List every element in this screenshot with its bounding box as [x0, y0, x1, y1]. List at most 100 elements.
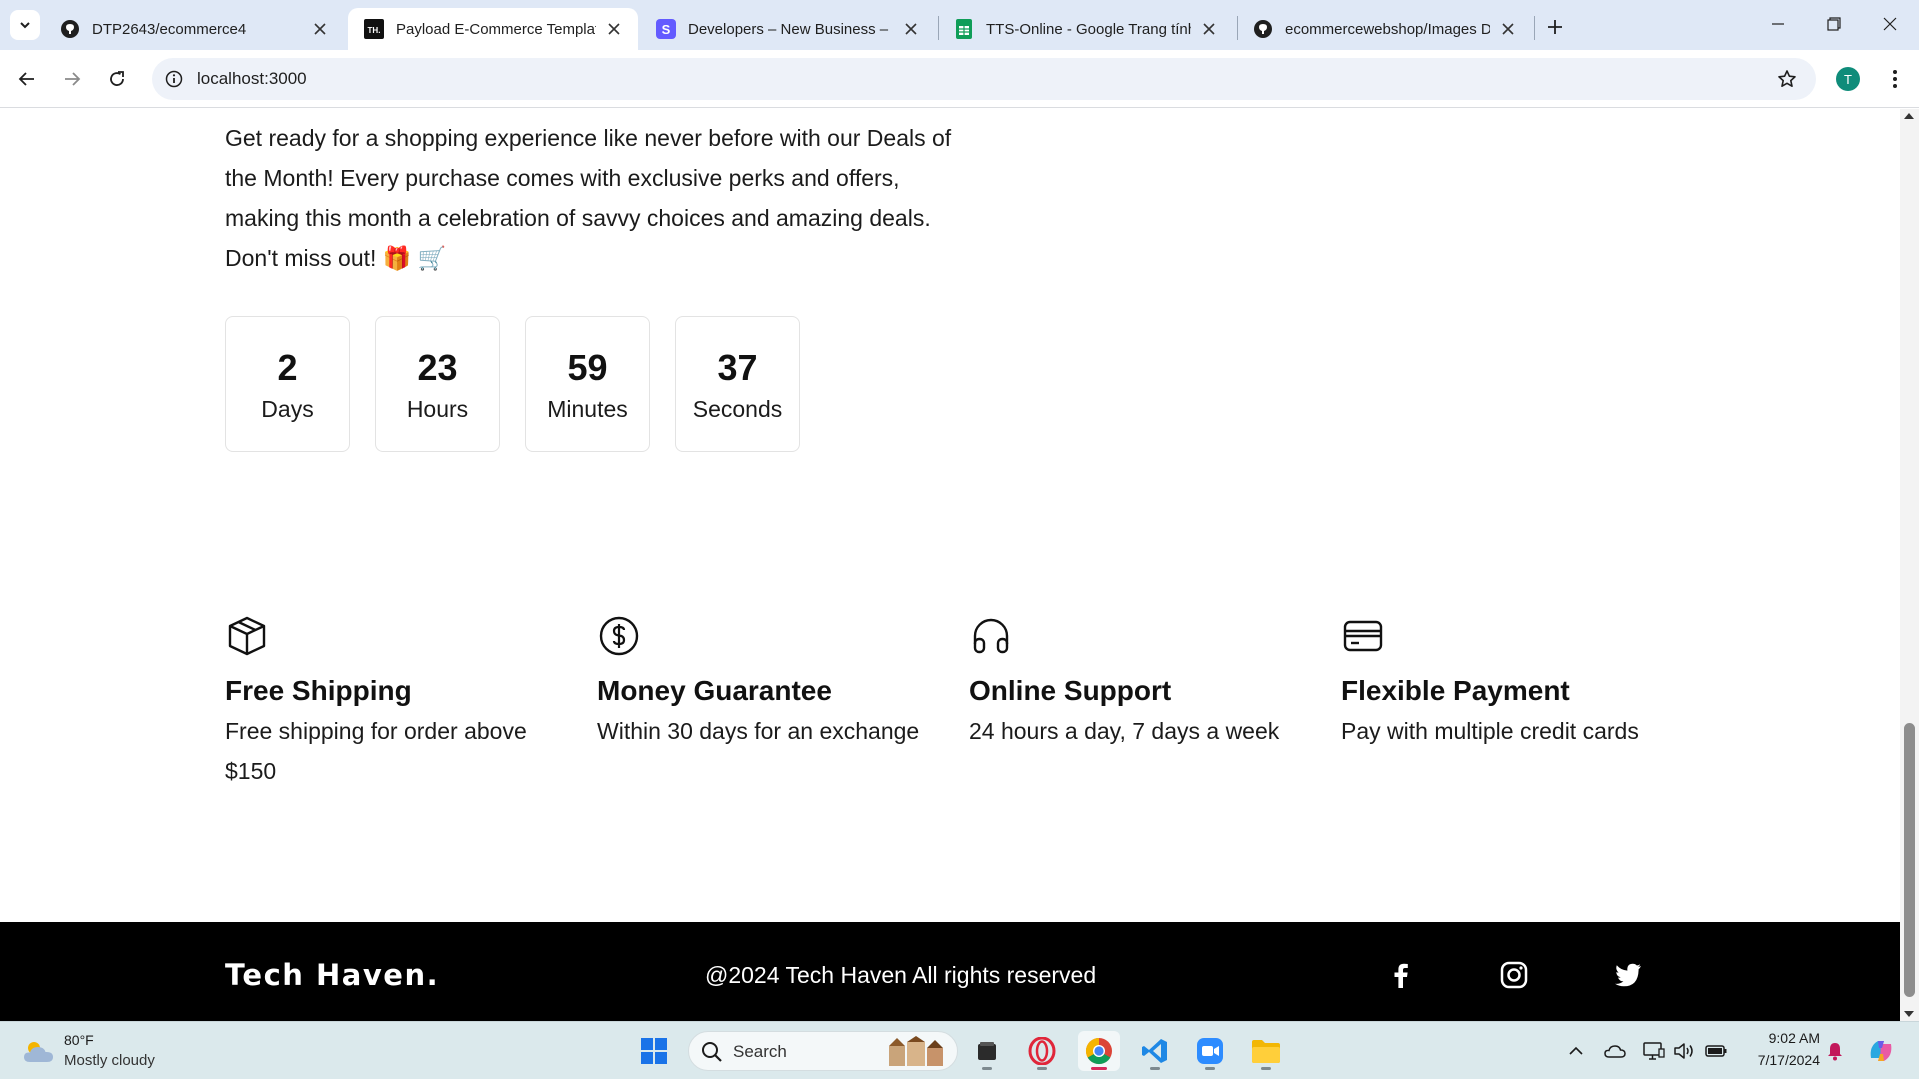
bookmark-star-icon[interactable] — [1774, 66, 1800, 92]
stripe-icon: S — [656, 19, 676, 39]
windows-taskbar: 80°F Mostly cloudy Search 9:02 AM 7/17/2… — [0, 1021, 1919, 1079]
countdown-hours: 23 Hours — [375, 316, 500, 452]
arrow-right-icon — [65, 72, 81, 86]
close-tab-icon[interactable] — [604, 19, 624, 39]
restore-button[interactable] — [1806, 6, 1862, 42]
tab-title: DTP2643/ecommerce4 — [92, 20, 247, 38]
countdown-unit: Hours — [406, 395, 469, 422]
feature-title: Flexible Payment — [1341, 675, 1570, 706]
cloudy-weather-icon[interactable] — [22, 1038, 56, 1064]
facebook-icon[interactable] — [1385, 960, 1415, 990]
close-tab-icon[interactable] — [310, 19, 330, 39]
notification-bell-icon[interactable] — [1823, 1039, 1847, 1063]
close-tab-icon[interactable] — [901, 19, 921, 39]
weather-description[interactable]: Mostly cloudy — [64, 1052, 155, 1069]
browser-tab-stripe-developers[interactable]: S Developers – New Business – St — [640, 8, 935, 50]
countdown-days: 2 Days — [225, 316, 350, 452]
countdown-unit: Days — [261, 395, 314, 422]
app-running-indicator — [1261, 1067, 1271, 1070]
search-highlight-image-icon — [889, 1036, 943, 1066]
site-footer: Tech Haven. @2024 Tech Haven All rights … — [0, 922, 1900, 1021]
weather-temperature[interactable]: 80°F — [64, 1032, 94, 1048]
back-button[interactable] — [10, 62, 44, 96]
svg-text:S: S — [662, 22, 671, 37]
minimize-icon — [1772, 23, 1784, 25]
chrome-icon[interactable] — [1078, 1031, 1120, 1071]
browser-menu-button[interactable] — [1880, 64, 1910, 94]
feature-description: 24 hours a day, 7 days a week — [969, 718, 1280, 744]
vscode-icon[interactable] — [1134, 1031, 1176, 1071]
countdown-value: 2 — [277, 346, 298, 388]
feature-money-guarantee: Money Guarantee Within 30 days for an ex… — [597, 614, 937, 751]
search-placeholder: Search — [733, 1042, 787, 1061]
feature-title: Free Shipping — [225, 675, 412, 706]
footer-brand-logo[interactable]: Tech Haven. — [225, 958, 439, 992]
close-tab-icon[interactable] — [1498, 19, 1518, 39]
scroll-up-arrow-icon[interactable] — [1904, 113, 1914, 119]
instagram-icon[interactable] — [1499, 960, 1529, 990]
site-info-icon[interactable] — [162, 67, 186, 91]
close-icon — [1883, 17, 1897, 31]
feature-flexible-payment: Flexible Payment Pay with multiple credi… — [1341, 614, 1681, 751]
page-scrollbar[interactable] — [1900, 109, 1919, 1021]
scroll-down-arrow-icon[interactable] — [1904, 1011, 1914, 1017]
new-tab-button[interactable] — [1540, 12, 1570, 42]
tab-title: Payload E-Commerce Template — [396, 20, 596, 38]
tab-search-button[interactable] — [10, 10, 40, 40]
feature-free-shipping: Free Shipping Free shipping for order ab… — [225, 614, 565, 791]
reload-icon — [110, 71, 124, 86]
svg-text:TH.: TH. — [368, 26, 381, 35]
app-running-indicator — [982, 1067, 992, 1070]
app-running-indicator — [1205, 1067, 1215, 1070]
folder-icon[interactable] — [1245, 1031, 1287, 1071]
arrow-left-icon — [18, 72, 34, 86]
restore-icon — [1827, 17, 1841, 31]
browser-toolbar: localhost:3000 T — [0, 50, 1919, 108]
tab-title: Developers – New Business – St — [688, 20, 893, 38]
google-sheets-icon — [954, 19, 974, 39]
page-viewport: Get ready for a shopping experience like… — [0, 109, 1900, 1021]
minimize-button[interactable] — [1750, 6, 1806, 42]
clock-time[interactable]: 9:02 AM — [1750, 1030, 1820, 1046]
twitter-icon[interactable] — [1613, 960, 1643, 990]
scrollbar-thumb[interactable] — [1904, 723, 1915, 997]
profile-avatar[interactable]: T — [1836, 67, 1860, 91]
opera-icon[interactable] — [1021, 1031, 1063, 1071]
dollar-circle-icon — [599, 616, 639, 656]
battery-icon[interactable] — [1704, 1039, 1728, 1063]
close-tab-icon[interactable] — [1199, 19, 1219, 39]
zoom-icon[interactable] — [1189, 1031, 1231, 1071]
windows-start-icon[interactable] — [633, 1031, 675, 1071]
plus-icon — [1548, 20, 1562, 34]
footer-copyright: @2024 Tech Haven All rights reserved — [705, 962, 1097, 988]
onedrive-cloud-icon[interactable] — [1603, 1039, 1627, 1063]
github-icon — [1253, 19, 1273, 39]
close-window-button[interactable] — [1862, 6, 1918, 42]
browser-tab-google-sheets[interactable]: TTS-Online - Google Trang tính — [938, 8, 1233, 50]
countdown-unit: Minutes — [547, 395, 628, 422]
url-text[interactable]: localhost:3000 — [197, 69, 307, 89]
reload-button[interactable] — [100, 62, 134, 96]
taskbar-search-box[interactable]: Search — [688, 1031, 958, 1071]
app-running-indicator — [1037, 1067, 1047, 1070]
copilot-icon[interactable] — [1866, 1036, 1896, 1066]
network-icon[interactable] — [1642, 1039, 1666, 1063]
tab-separator — [1534, 16, 1535, 40]
browser-tab-github-images[interactable]: ecommercewebshop/Images D — [1237, 8, 1532, 50]
search-icon — [702, 1042, 722, 1062]
clock-date[interactable]: 7/17/2024 — [1740, 1052, 1820, 1068]
app-active-indicator — [1091, 1067, 1107, 1070]
browser-tab-payload-ecommerce[interactable]: TH. Payload E-Commerce Template — [348, 8, 638, 50]
more-vertical-icon — [1893, 70, 1897, 88]
address-bar[interactable]: localhost:3000 — [152, 58, 1816, 100]
file-explorer-dark-icon[interactable] — [966, 1031, 1008, 1071]
chevron-up-icon[interactable] — [1564, 1039, 1588, 1063]
countdown-value: 23 — [417, 346, 458, 388]
browser-tab-github-ecommerce4[interactable]: DTP2643/ecommerce4 — [44, 8, 344, 50]
tab-title: TTS-Online - Google Trang tính — [986, 20, 1191, 38]
countdown-value: 37 — [717, 346, 758, 388]
feature-description: Free shipping for order above $150 — [225, 718, 527, 784]
forward-button[interactable] — [55, 62, 89, 96]
volume-icon[interactable] — [1672, 1039, 1696, 1063]
deals-description: Get ready for a shopping experience like… — [225, 125, 952, 271]
